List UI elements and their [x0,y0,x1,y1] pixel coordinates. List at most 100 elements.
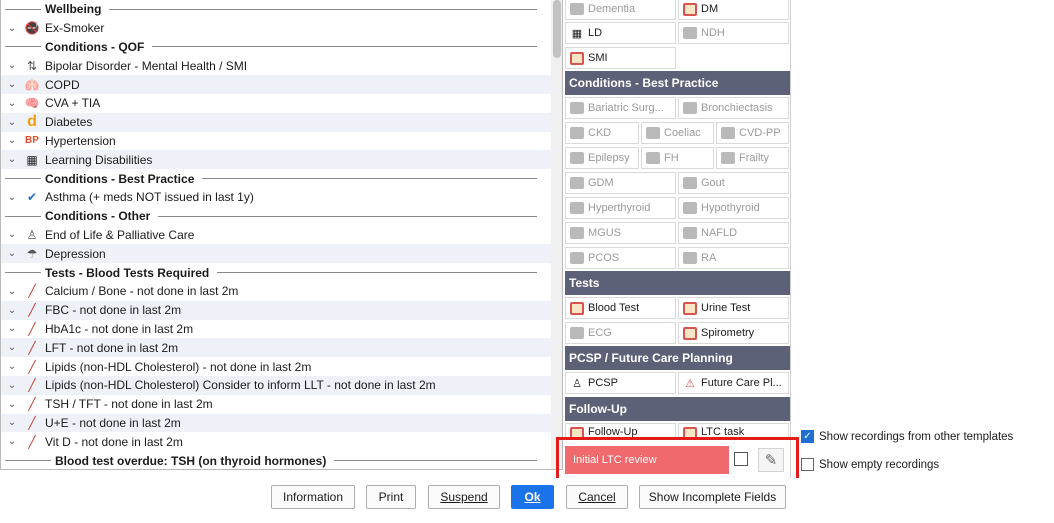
smi-icon [569,51,585,65]
list-item-label: COPD [45,77,80,92]
list-item[interactable]: ⌄ ✔ Asthma (+ meds NOT issued in last 1y) [1,188,551,207]
chevron-down-icon[interactable]: ⌄ [5,305,19,316]
epilepsy-icon [569,151,585,165]
information-button[interactable]: Information [271,485,355,509]
show-other-templates-checkbox[interactable]: ✓ [801,430,814,443]
suspend-button[interactable]: Suspend [428,485,500,509]
tile-ra[interactable]: RA [678,247,789,269]
tile-ecg-label: ECG [588,327,612,339]
ok-button[interactable]: Ok [511,485,554,509]
bronchiectasis-icon [682,101,698,115]
section-header-label: Wellbeing [45,2,102,17]
tile-epilepsy[interactable]: Epilepsy [565,147,639,169]
tile-bariatric[interactable]: Bariatric Surg... [565,97,676,119]
tile-gdm[interactable]: GDM [565,172,676,194]
list-item[interactable]: ⌄ ♙ End of Life & Palliative Care [1,226,551,245]
tile-gout[interactable]: Gout [678,172,789,194]
list-item[interactable]: ⌄ ╱ Vit D - not done in last 2m [1,432,551,451]
chevron-down-icon[interactable]: ⌄ [5,60,19,71]
chevron-down-icon[interactable]: ⌄ [5,286,19,297]
chevron-down-icon[interactable]: ⌄ [5,248,19,259]
chevron-down-icon[interactable]: ⌄ [5,79,19,90]
list-item[interactable]: ⌄ ╱ LFT - not done in last 2m [1,338,551,358]
list-item[interactable]: ⌄ BP Hypertension [1,132,551,151]
cancel-button[interactable]: Cancel [566,485,628,509]
chevron-down-icon[interactable]: ⌄ [5,380,19,391]
tile-ecg[interactable]: ECG [565,322,676,344]
person-card-icon: ♙ [572,377,582,390]
tile-urine-test[interactable]: Urine Test [678,297,789,319]
show-incomplete-fields-button[interactable]: Show Incomplete Fields [639,485,786,509]
bariatric-icon [569,101,585,115]
chevron-down-icon[interactable]: ⌄ [5,154,19,165]
list-item[interactable]: ⌄ 🚭 Ex-Smoker [1,19,551,38]
chevron-down-icon[interactable]: ⌄ [5,361,19,372]
chevron-down-icon[interactable]: ⌄ [5,117,19,128]
tile-ndh[interactable]: NDH [678,22,789,44]
tile-cvd-pp[interactable]: CVD-PP [716,122,789,144]
print-button[interactable]: Print [366,485,416,509]
show-other-templates-option[interactable]: ✓ Show recordings from other templates [801,430,1013,443]
no-smoking-icon: 🚭 [24,21,40,36]
tile-nafld-label: NAFLD [701,227,738,239]
chevron-down-icon[interactable]: ⌄ [5,323,19,334]
chevron-down-icon[interactable]: ⌄ [5,436,19,447]
list-item[interactable]: ⌄ ⇅ Bipolar Disorder - Mental Health / SMI [1,56,551,75]
list-item[interactable]: ⌄ ▦ Learning Disabilities [1,150,551,170]
syringe-icon: ╱ [28,415,36,430]
tile-smi[interactable]: SMI [565,47,676,69]
list-item[interactable]: ⌄ ╱ Calcium / Bone - not done in last 2m [1,282,551,301]
chevron-down-icon[interactable]: ⌄ [5,192,19,203]
tile-ckd[interactable]: CKD [565,122,639,144]
tile-pcsp[interactable]: ♙ PCSP [565,372,676,394]
list-item[interactable]: ⌄ ╱ FBC - not done in last 2m [1,300,551,320]
tile-future-care[interactable]: ⚠ Future Care Pl... [678,372,789,394]
tile-spirometry[interactable]: Spirometry [678,322,789,344]
chevron-down-icon[interactable]: ⌄ [5,342,19,353]
list-item[interactable]: ⌄ ╱ U+E - not done in last 2m [1,413,551,433]
list-item[interactable]: ⌄ ╱ Lipids (non-HDL Cholesterol) Consider … [1,375,551,395]
syringe-icon: ╱ [28,378,36,393]
left-scrollbar-thumb[interactable] [553,0,561,58]
tile-coeliac[interactable]: Coeliac [641,122,714,144]
coeliac-icon [645,126,661,140]
chevron-down-icon[interactable]: ⌄ [5,229,19,240]
list-item[interactable]: ⌄ ╱ HbA1c - not done in last 2m [1,320,551,339]
list-item[interactable]: ⌄ d Diabetes [1,112,551,132]
template-window: Wellbeing ⌄ 🚭 Ex-Smoker Conditions - QOF ⌄ ⇅ Bi… [0,0,1054,523]
tile-nafld[interactable]: NAFLD [678,222,789,244]
tile-frailty[interactable]: Frailty [716,147,789,169]
list-item[interactable]: ⌄ 🫁 COPD [1,75,551,94]
tile-hypothyroid[interactable]: Hypothyroid [678,197,789,219]
chevron-down-icon[interactable]: ⌄ [5,23,19,34]
tile-pcos[interactable]: PCOS [565,247,676,269]
list-item[interactable]: ⌄ ☂ Depression [1,244,551,264]
tile-ld-label: LD [588,27,603,39]
tile-blood-test[interactable]: Blood Test [565,297,676,319]
syringe-icon: ╱ [28,303,36,318]
chevron-down-icon[interactable]: ⌄ [5,98,19,109]
hypothyroid-icon [682,201,698,215]
tile-dementia[interactable]: Dementia [565,0,676,20]
list-item[interactable]: ⌄ ╱ Lipids (non-HDL Cholesterol) - not don… [1,357,551,376]
recordings-list: Wellbeing ⌄ 🚭 Ex-Smoker Conditions - QOF ⌄ ⇅ Bi… [1,0,551,469]
left-scrollbar[interactable] [551,0,562,469]
chevron-down-icon[interactable]: ⌄ [5,399,19,410]
chevron-down-icon[interactable]: ⌄ [5,417,19,428]
tile-fh[interactable]: FH [641,147,714,169]
list-item[interactable]: ⌄ ╱ TSH / TFT - not done in last 2m [1,395,551,414]
tile-mgus[interactable]: MGUS [565,222,676,244]
tile-dm[interactable]: DM [678,0,789,20]
show-empty-checkbox[interactable] [801,458,814,471]
suspend-label: Suspend [440,490,488,504]
tile-hyperthyroid[interactable]: Hyperthyroid [565,197,676,219]
show-empty-option[interactable]: Show empty recordings [801,458,939,471]
list-item-label: CVA + TIA [45,96,101,111]
tile-ld[interactable]: ▦ LD [565,22,676,44]
urine-test-icon [682,301,698,315]
tile-smi-label: SMI [588,52,608,64]
tile-bronchiectasis[interactable]: Bronchiectasis [678,97,789,119]
chevron-down-icon[interactable]: ⌄ [5,135,19,146]
header-rule [5,8,41,10]
list-item[interactable]: ⌄ 🧠 CVA + TIA [1,94,551,113]
